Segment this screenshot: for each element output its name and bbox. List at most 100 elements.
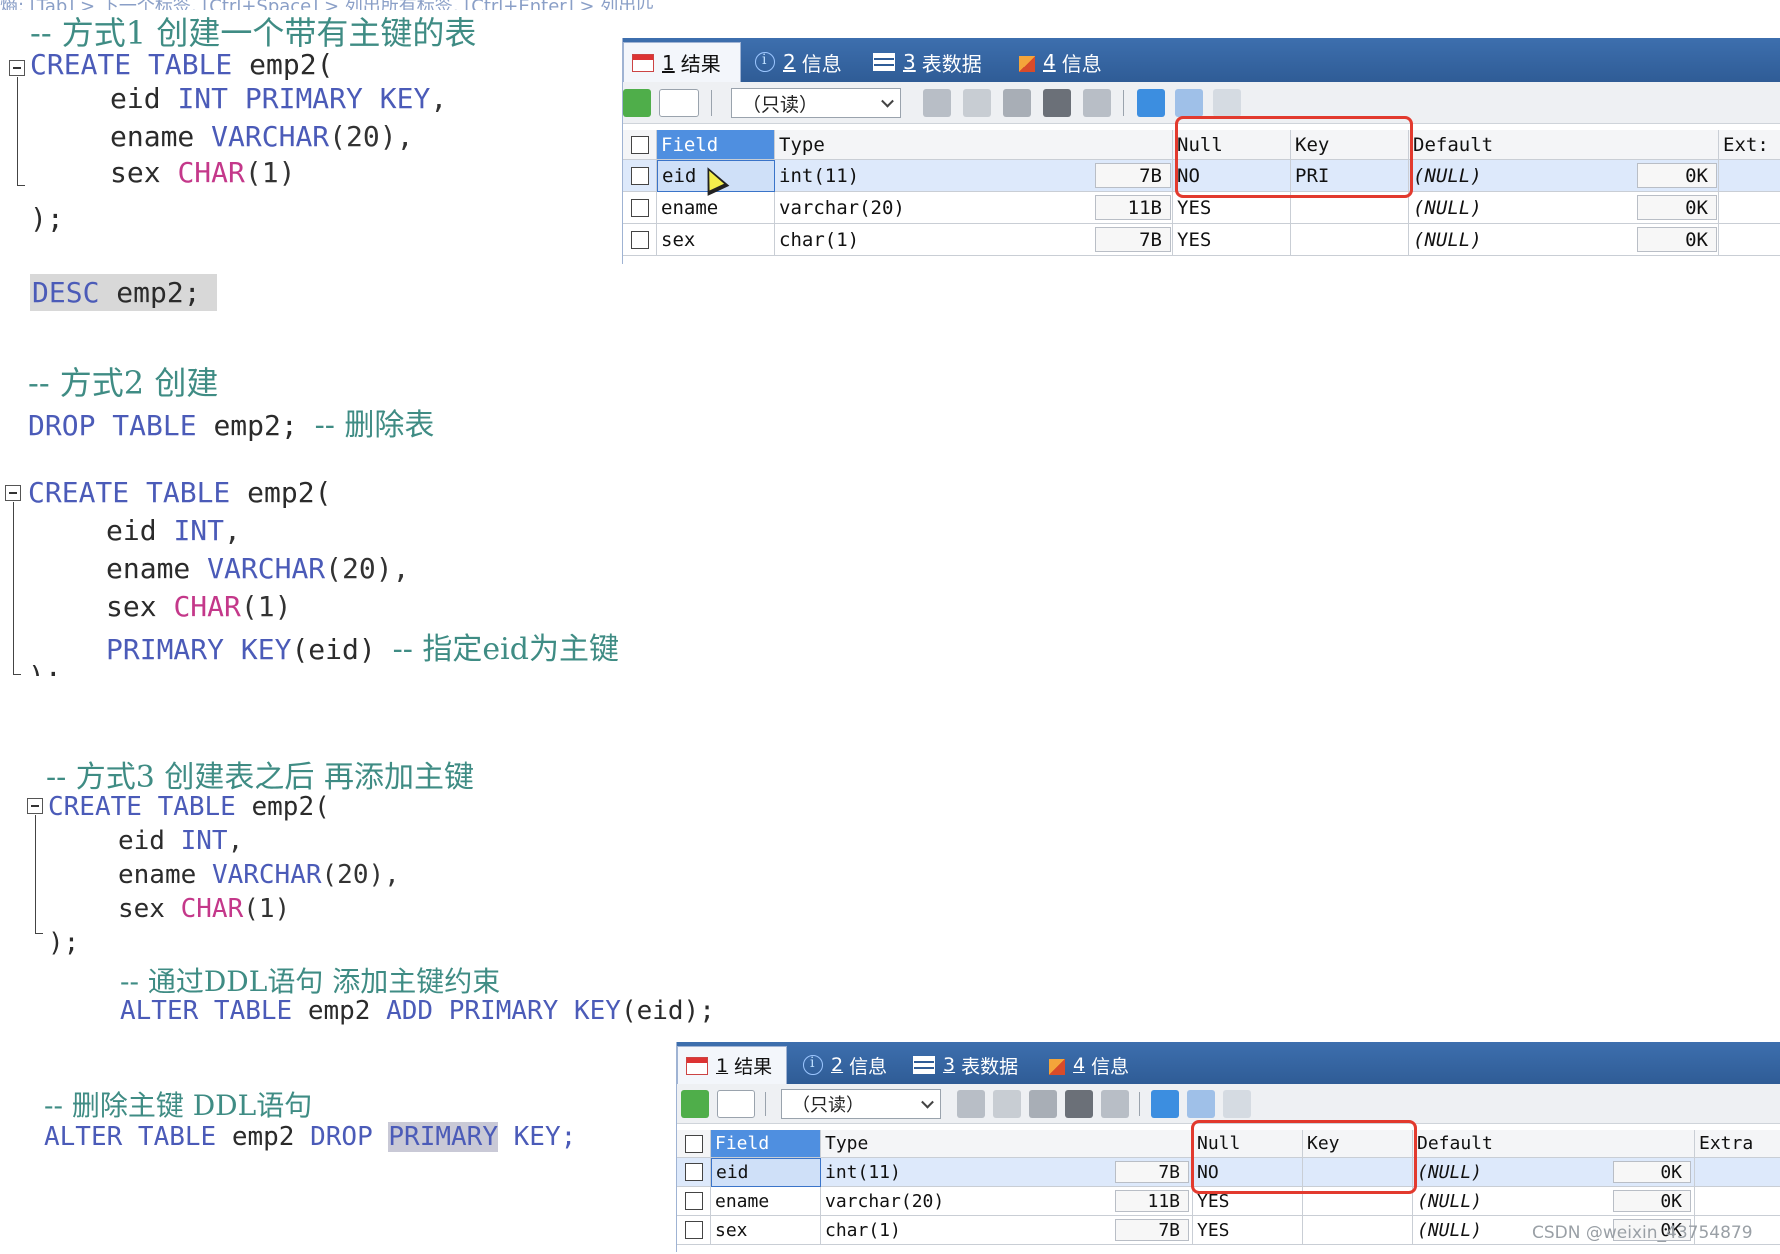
- code-line[interactable]: ename VARCHAR(20),: [118, 860, 400, 890]
- selected-statement[interactable]: DESC emp2;: [30, 274, 217, 311]
- code-line[interactable]: eid INT,: [118, 826, 243, 856]
- code-line[interactable]: );: [30, 202, 64, 235]
- export-dropdown-icon[interactable]: [659, 89, 699, 117]
- form-view-icon[interactable]: [1187, 1090, 1215, 1118]
- cell-type[interactable]: char(1) 7B: [775, 224, 1173, 256]
- tab-table-data[interactable]: 3 表数据: [865, 42, 1001, 82]
- row-checkbox[interactable]: [677, 1216, 711, 1245]
- fold-toggle-icon[interactable]: [27, 798, 43, 814]
- cell-type[interactable]: varchar(20) 11B: [821, 1187, 1193, 1216]
- row-checkbox[interactable]: [677, 1158, 711, 1187]
- column-header-type[interactable]: Type: [775, 130, 1173, 160]
- form-view-icon[interactable]: [1175, 89, 1203, 117]
- delete-icon[interactable]: [1065, 1090, 1093, 1118]
- cell-null[interactable]: YES: [1173, 224, 1291, 256]
- cell-type[interactable]: varchar(20) 11B: [775, 192, 1173, 224]
- column-header-extra[interactable]: Extra: [1695, 1130, 1780, 1158]
- insert-row-icon[interactable]: [957, 1090, 985, 1118]
- cell-extra[interactable]: [1695, 1187, 1780, 1216]
- cell-key[interactable]: [1291, 224, 1409, 256]
- duplicate-row-icon[interactable]: [963, 89, 991, 117]
- cell-field[interactable]: sex: [711, 1216, 821, 1245]
- cell-type[interactable]: int(11) 7B: [775, 160, 1173, 192]
- sql-keyword: KEY;: [513, 1122, 577, 1152]
- text-view-icon[interactable]: [1213, 89, 1241, 117]
- tab-info-2[interactable]: 4 信息: [1011, 42, 1121, 82]
- insert-row-icon[interactable]: [923, 89, 951, 117]
- select-all-checkbox[interactable]: [623, 130, 657, 160]
- code-line[interactable]: sex CHAR(1): [106, 590, 291, 623]
- column-type: CHAR: [177, 156, 245, 189]
- refresh-icon[interactable]: [623, 89, 651, 117]
- delete-icon[interactable]: [1043, 89, 1071, 117]
- code-line[interactable]: ALTER TABLE emp2 ADD PRIMARY KEY(eid);: [120, 996, 715, 1026]
- cell-null[interactable]: YES: [1193, 1216, 1303, 1245]
- refresh-icon[interactable]: [681, 1090, 709, 1118]
- table-row[interactable]: sex char(1) 7B YES (NULL) 0K: [623, 224, 1780, 256]
- duplicate-row-icon[interactable]: [993, 1090, 1021, 1118]
- drop-target: emp2;: [213, 409, 298, 442]
- save-icon[interactable]: [1003, 89, 1031, 117]
- readonly-select[interactable]: （只读）: [781, 1089, 941, 1119]
- code-line[interactable]: ALTER TABLE emp2 DROP PRIMARY KEY;: [44, 1122, 576, 1152]
- cell-default[interactable]: (NULL) 0K: [1409, 160, 1719, 192]
- fold-toggle-icon[interactable]: [9, 60, 25, 76]
- code-line[interactable]: eid INT PRIMARY KEY,: [110, 82, 447, 115]
- code-line[interactable]: ename VARCHAR(20),: [110, 120, 413, 153]
- column-header-type[interactable]: Type: [821, 1130, 1193, 1158]
- code-line[interactable]: sex CHAR(1): [110, 156, 295, 189]
- code-line[interactable]: DROP TABLE emp2; -- 删除表: [28, 400, 434, 444]
- code-line[interactable]: CREATE TABLE emp2(: [30, 48, 333, 81]
- cell-default[interactable]: (NULL) 0K: [1409, 192, 1719, 224]
- cell-default[interactable]: (NULL) 0K: [1413, 1187, 1695, 1216]
- code-line[interactable]: eid INT,: [106, 514, 241, 547]
- column-header-default[interactable]: Default: [1413, 1130, 1695, 1158]
- cell-field[interactable]: ename: [711, 1187, 821, 1216]
- save-icon[interactable]: [1029, 1090, 1057, 1118]
- column-header-extra[interactable]: Ext:: [1719, 130, 1780, 160]
- cell-type[interactable]: int(11) 7B: [821, 1158, 1193, 1187]
- tab-info[interactable]: 2信息: [795, 1046, 899, 1084]
- fold-toggle-icon[interactable]: [5, 485, 21, 501]
- export-dropdown-icon[interactable]: [717, 1090, 755, 1118]
- cancel-changes-icon[interactable]: [1101, 1090, 1129, 1118]
- cell-key[interactable]: [1303, 1216, 1413, 1245]
- cell-extra[interactable]: [1719, 192, 1780, 224]
- cell-field[interactable]: eid: [711, 1158, 821, 1187]
- cell-default[interactable]: (NULL) 0K: [1409, 224, 1719, 256]
- row-checkbox[interactable]: [677, 1187, 711, 1216]
- column-header-field[interactable]: Field: [657, 130, 775, 160]
- column-header-default[interactable]: Default: [1409, 130, 1719, 160]
- row-checkbox[interactable]: [623, 224, 657, 256]
- cancel-changes-icon[interactable]: [1083, 89, 1111, 117]
- cell-field[interactable]: sex: [657, 224, 775, 256]
- code-line[interactable]: );: [48, 928, 79, 958]
- tab-table-data[interactable]: 3 表数据: [905, 1046, 1033, 1084]
- cell-field[interactable]: ename: [657, 192, 775, 224]
- tab-number: 4: [1043, 50, 1056, 74]
- code-line[interactable]: CREATE TABLE emp2(: [28, 476, 331, 509]
- cell-extra[interactable]: [1695, 1158, 1780, 1187]
- tab-result[interactable]: 1 结果: [623, 42, 741, 82]
- cell-type[interactable]: char(1) 7B: [821, 1216, 1193, 1245]
- readonly-select[interactable]: （只读）: [731, 88, 901, 118]
- cell-default[interactable]: (NULL) 0K: [1413, 1158, 1695, 1187]
- text-view-icon[interactable]: [1223, 1090, 1251, 1118]
- code-line[interactable]: CREATE TABLE emp2(: [48, 792, 330, 822]
- row-checkbox[interactable]: [623, 192, 657, 224]
- code-line[interactable]: PRIMARY KEY(eid) -- 指定eid为主键: [106, 624, 619, 668]
- code-line[interactable]: );: [28, 660, 62, 676]
- row-checkbox[interactable]: [623, 160, 657, 192]
- tab-result[interactable]: 1 结果: [677, 1046, 787, 1084]
- cell-extra[interactable]: [1719, 160, 1780, 192]
- code-line[interactable]: ename VARCHAR(20),: [106, 552, 409, 585]
- column-header-field[interactable]: Field: [711, 1130, 821, 1158]
- tab-info[interactable]: 2信息: [747, 42, 857, 82]
- code-line[interactable]: sex CHAR(1): [118, 894, 290, 924]
- column-name: ename: [118, 860, 197, 890]
- grid-view-icon[interactable]: [1151, 1090, 1179, 1118]
- select-all-checkbox[interactable]: [677, 1130, 711, 1158]
- tab-info-2[interactable]: 4 信息: [1041, 1046, 1145, 1084]
- grid-view-icon[interactable]: [1137, 89, 1165, 117]
- cell-extra[interactable]: [1719, 224, 1780, 256]
